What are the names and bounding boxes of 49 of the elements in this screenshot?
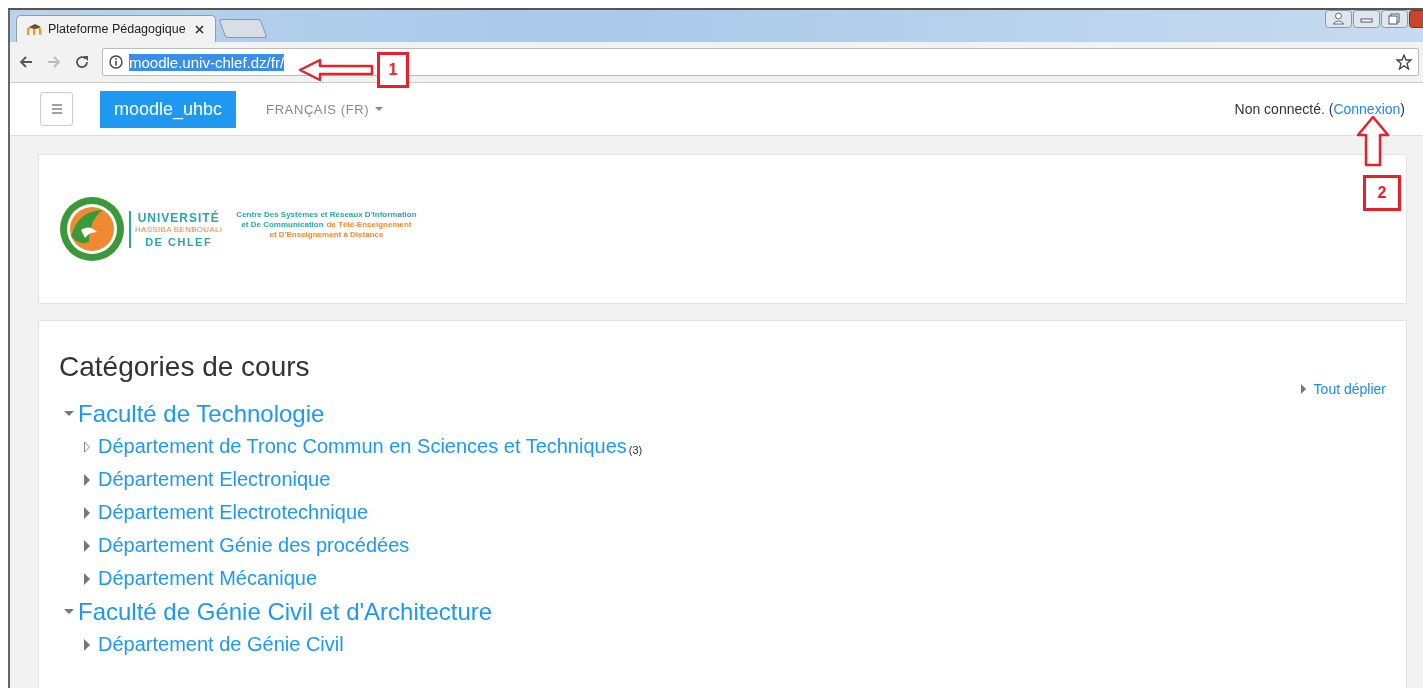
category-link[interactable]: Faculté de Génie Civil et d'Architecture (78, 597, 493, 626)
annotation-number-label: 2 (1363, 175, 1401, 211)
centre-name-text: Centre Des Systèmes et Réseaux D'Information (236, 209, 417, 219)
category-link[interactable]: Département Mécanique (98, 567, 317, 590)
minimize-icon[interactable] (1353, 10, 1380, 28)
centre-name-text: et D'Enseignement à Distance (269, 229, 384, 239)
caret-icon[interactable] (64, 411, 74, 416)
centre-name-text: et De Communication (241, 219, 324, 229)
category-link[interactable]: Département Electronique (98, 468, 331, 491)
caret-icon[interactable] (64, 609, 74, 614)
course-count-text: (3) (628, 443, 643, 456)
menu-button[interactable] (40, 92, 73, 126)
site-brand-link[interactable]: moodle_uhbc (100, 90, 237, 128)
login-status-text: ) (1400, 101, 1405, 117)
caret-icon (375, 107, 384, 111)
url-text: moodle.univ-chlef.dz/fr/ (129, 53, 285, 71)
moodle-favicon-icon (27, 22, 42, 36)
restore-icon[interactable] (1381, 10, 1408, 28)
star-icon[interactable] (1396, 54, 1412, 70)
triangle-icon[interactable] (83, 506, 91, 519)
university-name-text: DE CHLEF (145, 235, 213, 248)
annotation-arrow-icon (298, 58, 375, 82)
category-link[interactable]: Faculté de Technologie (78, 399, 325, 428)
centre-name-text: de Télé-Enseignement (326, 219, 412, 229)
category-link[interactable]: Département de Tronc Commun en Sciences et Techniques (98, 435, 627, 458)
triangle-icon (1300, 384, 1306, 394)
user-icon[interactable] (1325, 10, 1352, 28)
category-link[interactable]: Département de Génie Civil (98, 633, 344, 656)
category-link[interactable]: Département Génie des procédées (98, 534, 410, 557)
browser-tab[interactable]: Plateforme Pédagogique (16, 15, 216, 42)
expand-all-link[interactable]: Tout déplier (1300, 381, 1386, 397)
university-name-text: HASSIBA BENBOUALI (135, 224, 223, 234)
language-menu[interactable]: FRANÇAIS (FR) (266, 101, 384, 117)
university-name-text: UNIVERSITÉ (137, 210, 220, 225)
menu-icon (51, 104, 62, 114)
triangle-icon[interactable] (83, 539, 91, 552)
university-emblem-icon (59, 196, 125, 262)
reload-icon[interactable] (74, 54, 90, 70)
annotation-number-label: 1 (377, 52, 409, 88)
info-icon[interactable] (109, 55, 123, 69)
section-heading: Catégories de cours (59, 351, 311, 383)
triangle-icon[interactable] (83, 638, 91, 651)
login-status-text: Non connecté. ( (1234, 101, 1334, 117)
close-icon[interactable] (194, 23, 205, 35)
back-icon[interactable] (18, 54, 34, 70)
login-link[interactable]: Connexion (1333, 101, 1401, 117)
category-link[interactable]: Département Electrotechnique (98, 501, 369, 524)
triangle-icon[interactable] (83, 572, 91, 585)
triangle-icon[interactable] (83, 473, 91, 486)
